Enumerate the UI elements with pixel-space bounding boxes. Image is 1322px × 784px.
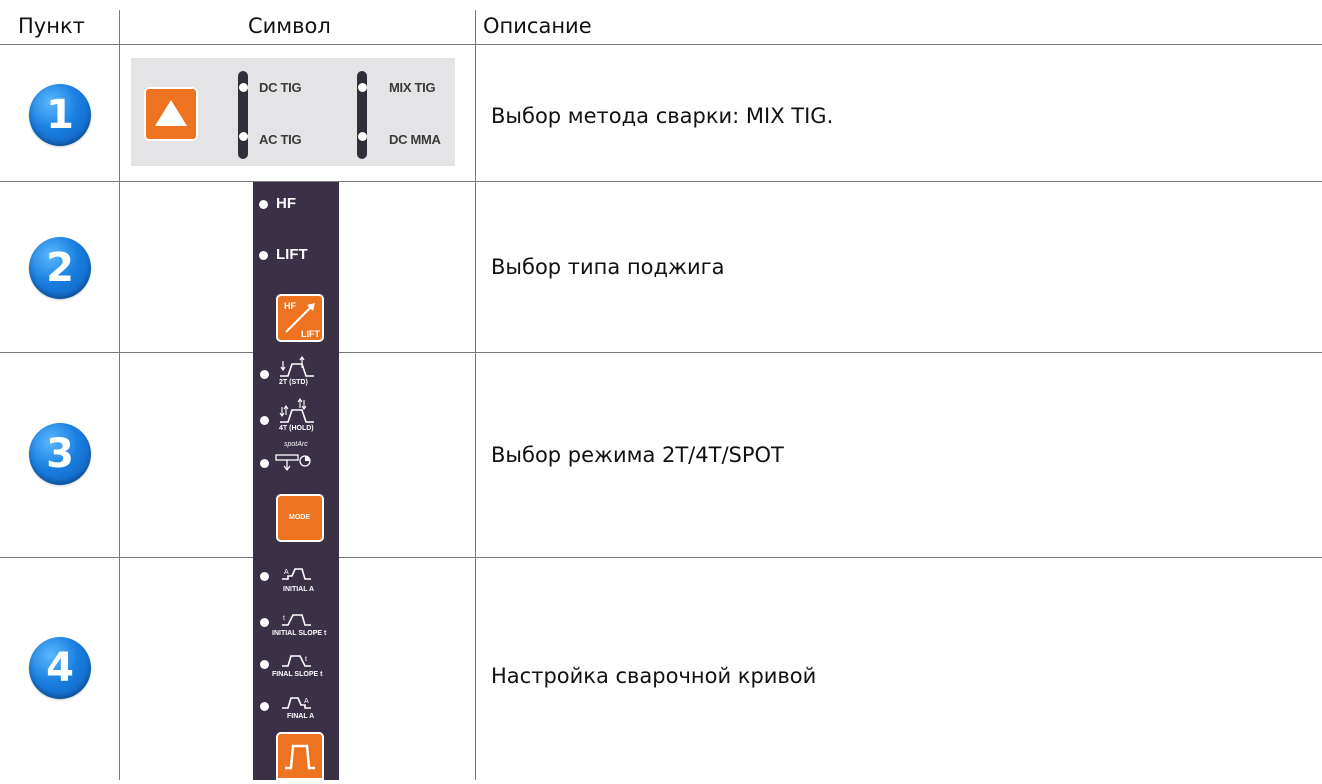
label-final-a: FINAL A <box>287 713 315 720</box>
column-divider-2 <box>475 10 476 780</box>
header-symbol: Символ <box>248 14 331 38</box>
weld-curve-button[interactable] <box>276 732 324 780</box>
initial-a-led <box>260 572 269 581</box>
label-dc-tig: DC TIG <box>259 80 302 95</box>
indicator-led <box>358 132 367 141</box>
label-final-slope: FINAL SLOPE t <box>272 671 323 678</box>
header-description: Описание <box>483 14 592 38</box>
hf-lift-button[interactable]: HF LIFT <box>276 294 324 342</box>
weld-curve-icon <box>285 744 315 770</box>
initial-current-icon: A <box>282 568 311 580</box>
label-spot-arc: spotArc <box>284 441 308 448</box>
final-slope-icon: t <box>282 655 311 667</box>
lift-button-label: LIFT <box>301 329 320 339</box>
row-number-badge: 2 <box>29 237 91 299</box>
row-number-badge: 4 <box>29 637 91 699</box>
hf-indicator-led <box>259 200 268 209</box>
label-4t-hold: 4T (HOLD) <box>279 425 314 432</box>
label-dc-mma: DC MMA <box>389 132 441 147</box>
label-hf: HF <box>276 195 296 212</box>
row-description: Выбор типа поджига <box>491 255 725 279</box>
header-item: Пункт <box>18 14 85 38</box>
label-ac-tig: AC TIG <box>259 132 302 147</box>
svg-text:A: A <box>284 569 289 576</box>
spot-arc-icon <box>275 454 311 471</box>
lift-indicator-led <box>259 251 268 260</box>
4t-trigger-icon <box>279 398 314 423</box>
label-initial-slope: INITIAL SLOPE t <box>272 630 327 637</box>
row-description: Настройка сварочной кривой <box>491 664 817 688</box>
svg-text:t: t <box>305 656 307 663</box>
final-a-led <box>260 702 269 711</box>
hf-button-label: HF <box>284 301 296 311</box>
indicator-led <box>358 83 367 92</box>
label-2t-std: 2T (STD) <box>279 379 308 386</box>
svg-text:A: A <box>304 698 309 705</box>
row-divider-3 <box>0 557 1322 558</box>
mode-4t-led <box>260 416 269 425</box>
label-initial-a: INITIAL A <box>283 586 315 593</box>
triangle-up-icon <box>155 100 187 126</box>
header-rule <box>0 44 1322 45</box>
final-slope-led <box>260 660 269 669</box>
method-select-button[interactable] <box>144 87 198 141</box>
spot-arc-led <box>260 459 269 468</box>
initial-slope-led <box>260 618 269 627</box>
2t-trigger-icon <box>280 356 314 377</box>
mode-button[interactable]: MODE <box>276 494 324 542</box>
initial-slope-icon: t <box>282 614 311 626</box>
mode-2t-led <box>260 370 269 379</box>
final-current-icon: A <box>282 697 311 709</box>
column-divider-1 <box>119 10 120 780</box>
row-description: Выбор режима 2T/4T/SPOT <box>491 443 784 467</box>
label-lift: LIFT <box>276 246 308 263</box>
row-number-badge: 1 <box>29 84 91 146</box>
control-strip <box>253 182 339 780</box>
row-description: Выбор метода сварки: MIX TIG. <box>491 104 834 128</box>
row-divider-1 <box>0 181 1322 182</box>
indicator-led <box>239 132 248 141</box>
indicator-led <box>239 83 248 92</box>
row-number-badge: 3 <box>29 423 91 485</box>
label-mix-tig: MIX TIG <box>389 80 436 95</box>
row-divider-2 <box>0 352 1322 353</box>
svg-text:t: t <box>283 615 285 622</box>
welding-method-panel: DC TIG AC TIG MIX TIG DC MMA <box>131 58 455 166</box>
mode-button-label: MODE <box>289 514 310 521</box>
